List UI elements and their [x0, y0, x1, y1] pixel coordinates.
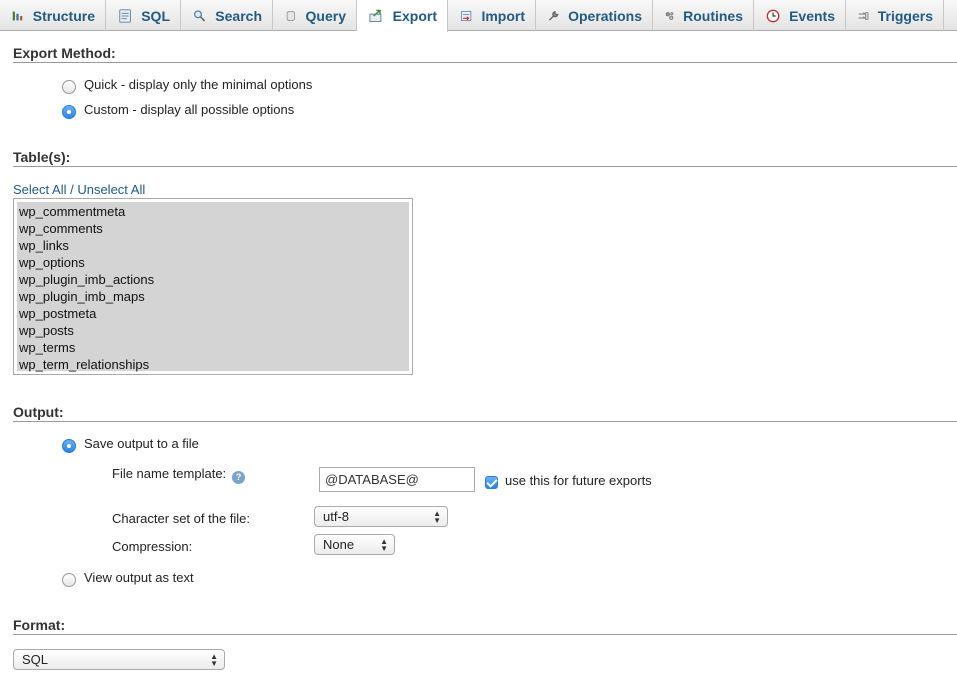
- table-option[interactable]: wp_links: [17, 237, 409, 254]
- format-title: Format:: [13, 617, 66, 633]
- save-to-file-radio[interactable]: [62, 438, 76, 453]
- table-option[interactable]: wp_terms: [17, 339, 409, 356]
- table-option[interactable]: wp_plugin_imb_maps: [17, 288, 409, 305]
- quick-label: Quick - display only the minimal options: [84, 77, 313, 92]
- compression-label: Compression:: [112, 539, 193, 554]
- tables-title: Table(s):: [13, 149, 71, 165]
- tab-label: SQL: [141, 7, 170, 24]
- select-arrows-icon: ▲ ▼: [380, 537, 388, 553]
- view-as-text-option[interactable]: View output as text: [62, 570, 194, 587]
- sql-icon: [119, 8, 131, 23]
- save-to-file-label: Save output to a file: [84, 436, 199, 451]
- export-method-custom-option[interactable]: Custom - display all possible options: [62, 102, 295, 119]
- tab-label: Export: [392, 8, 437, 24]
- tab-label: Query: [305, 7, 346, 24]
- section-divider: [13, 62, 957, 63]
- select-arrows-icon: ▲ ▼: [433, 509, 441, 525]
- view-as-text-radio[interactable]: [62, 572, 76, 587]
- query-icon: [286, 10, 295, 21]
- format-value: SQL: [22, 652, 49, 667]
- select-all-link[interactable]: Select All: [13, 182, 66, 197]
- use-future-label: use this for future exports: [505, 473, 652, 488]
- save-to-file-option[interactable]: Save output to a file: [62, 436, 199, 453]
- section-divider: [13, 421, 957, 422]
- section-divider: [13, 634, 957, 635]
- file-name-template-label-row: File name template:?: [112, 466, 246, 484]
- table-option[interactable]: wp_term_relationships: [17, 356, 409, 373]
- tab-label: Structure: [32, 7, 95, 24]
- triggers-icon: [858, 11, 869, 20]
- table-option[interactable]: wp_options: [17, 254, 409, 271]
- tab-bar: Structure SQL Search Query Export Import…: [0, 0, 957, 32]
- tables-list: wp_commentmeta wp_comments wp_links wp_o…: [17, 202, 409, 373]
- format-select[interactable]: SQL ▲ ▼: [13, 649, 225, 670]
- select-links: Select All / Unselect All: [13, 182, 145, 197]
- tab-sql[interactable]: SQL: [106, 0, 181, 31]
- help-icon[interactable]: ?: [232, 471, 246, 484]
- tab-routines[interactable]: Routines: [653, 0, 754, 31]
- quick-radio[interactable]: [62, 79, 76, 94]
- compression-select[interactable]: None ▲ ▼: [314, 534, 395, 555]
- output-title: Output:: [13, 404, 64, 420]
- import-icon: [461, 10, 472, 21]
- charset-select[interactable]: utf-8 ▲ ▼: [314, 506, 448, 527]
- tab-triggers[interactable]: Triggers: [846, 0, 944, 31]
- tab-label: Events: [789, 7, 835, 24]
- search-icon: [194, 9, 206, 22]
- select-arrows-icon: ▲ ▼: [210, 652, 218, 668]
- tables-listbox[interactable]: wp_commentmeta wp_comments wp_links wp_o…: [13, 198, 413, 375]
- file-name-template-label: File name template:: [112, 466, 227, 481]
- tab-events[interactable]: Events: [754, 0, 846, 31]
- table-option[interactable]: wp_postmeta: [17, 305, 409, 322]
- tab-operations[interactable]: Operations: [536, 0, 653, 31]
- export-method-title: Export Method:: [13, 45, 116, 61]
- table-option[interactable]: wp_comments: [17, 220, 409, 237]
- export-icon: [369, 9, 382, 22]
- tab-structure[interactable]: Structure: [0, 0, 106, 31]
- routines-icon: [665, 11, 674, 20]
- tab-label: Routines: [683, 7, 743, 24]
- section-divider: [13, 166, 957, 167]
- tab-label: Import: [481, 7, 525, 24]
- table-option[interactable]: wp_posts: [17, 322, 409, 339]
- clock-icon: [766, 9, 780, 22]
- unselect-all-link[interactable]: Unselect All: [77, 182, 145, 197]
- tab-search[interactable]: Search: [181, 0, 273, 31]
- table-option[interactable]: wp_commentmeta: [17, 203, 409, 220]
- use-future-checkbox[interactable]: [485, 476, 498, 489]
- charset-label: Character set of the file:: [112, 511, 251, 526]
- wrench-icon: [548, 10, 559, 21]
- select-separator: /: [66, 182, 78, 197]
- table-option[interactable]: wp_plugin_imb_actions: [17, 271, 409, 288]
- custom-radio[interactable]: [62, 104, 76, 119]
- tab-query[interactable]: Query: [273, 0, 357, 31]
- custom-label: Custom - display all possible options: [84, 102, 295, 117]
- tab-label: Triggers: [877, 7, 933, 24]
- file-name-template-input[interactable]: [319, 467, 475, 492]
- charset-value: utf-8: [323, 509, 350, 524]
- export-method-quick-option[interactable]: Quick - display only the minimal options: [62, 77, 313, 94]
- tab-export[interactable]: Export: [357, 0, 448, 32]
- structure-icon: [12, 11, 23, 20]
- tab-label: Search: [215, 7, 262, 24]
- compression-value: None: [323, 537, 355, 552]
- tab-label: Operations: [568, 7, 642, 24]
- tab-import[interactable]: Import: [448, 0, 536, 31]
- view-as-text-label: View output as text: [84, 570, 194, 585]
